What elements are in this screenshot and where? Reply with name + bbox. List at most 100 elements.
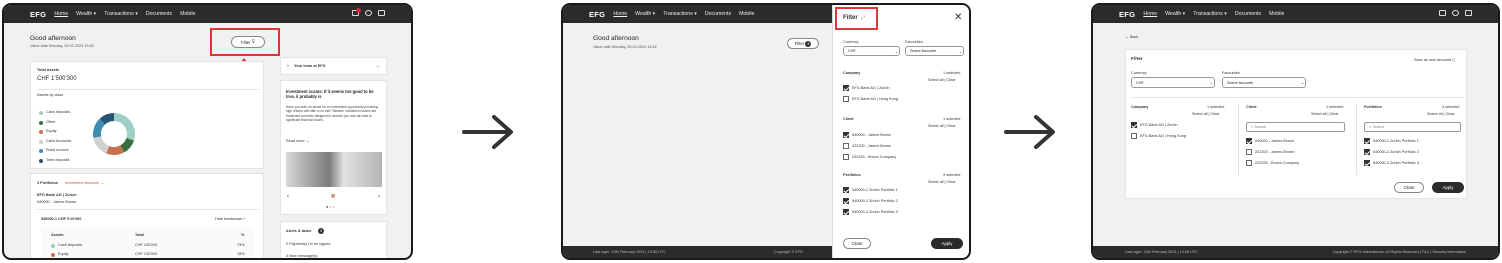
- company-option[interactable]: EFG Bank AG | Zurich: [1140, 123, 1178, 127]
- logout-icon[interactable]: [378, 10, 385, 16]
- currency-select[interactable]: CHF ⌄: [1131, 77, 1215, 88]
- back-link[interactable]: ← Back: [1125, 35, 1138, 39]
- portfolio-option[interactable]: 540000-3 Zurich Portfolio 3: [1373, 161, 1419, 165]
- nav-documents[interactable]: Documents: [705, 11, 731, 17]
- logout-icon[interactable]: [1465, 10, 1472, 16]
- mail-icon[interactable]: [352, 8, 361, 16]
- hide-breakdown-toggle[interactable]: Hide breakdown ^: [215, 217, 245, 221]
- clear-link[interactable]: Clear: [947, 124, 956, 128]
- portfolio-checkbox[interactable]: [843, 187, 849, 193]
- team-card[interactable]: ☺ Your team at EFG ⌄: [280, 57, 387, 75]
- close-icon[interactable]: ✕: [954, 12, 962, 23]
- clear-link[interactable]: Clear: [947, 180, 956, 184]
- save-favourite-link[interactable]: Save as new favourite ▯: [1414, 57, 1455, 62]
- select-all-link[interactable]: Select all: [1311, 112, 1326, 116]
- portfolio-search-input[interactable]: ⌕ Search: [1364, 122, 1461, 132]
- portfolio-option[interactable]: 540000-1 Zurich Portfolio 1: [1373, 139, 1419, 143]
- select-all-link[interactable]: Select all: [928, 180, 943, 184]
- efg-logo[interactable]: EFG: [1119, 10, 1135, 19]
- prev-arrow-icon[interactable]: ‹: [287, 194, 289, 200]
- efg-logo[interactable]: EFG: [589, 10, 605, 19]
- clear-link[interactable]: Clear: [1211, 112, 1220, 116]
- nav-wealth[interactable]: Wealth ▾: [76, 11, 96, 17]
- company-option[interactable]: EFG Bank AG | Zurich: [852, 86, 890, 90]
- company-option[interactable]: EFG Bank AG | Hong Kong: [852, 97, 898, 101]
- company-option[interactable]: EFG Bank AG | Hong Kong: [1140, 134, 1186, 138]
- portfolio-option[interactable]: 540000-1 Zurich Portfolio 1: [852, 188, 898, 192]
- company-checkbox[interactable]: [1131, 133, 1137, 139]
- nav-mobile[interactable]: Mobile: [180, 11, 195, 17]
- nav-transactions[interactable]: Transactions ▾: [663, 11, 697, 17]
- nav-home[interactable]: Home: [1143, 11, 1157, 17]
- client-checkbox[interactable]: [1246, 149, 1252, 155]
- client-option[interactable]: 222333 - Brown Company: [1255, 161, 1299, 165]
- client-checkbox[interactable]: [1246, 160, 1252, 166]
- client-checkbox[interactable]: [1246, 138, 1252, 144]
- alert-item[interactable]: 2 Payment(s) to be signed: [286, 242, 330, 246]
- filter-side-panel: Filter ⤢ ✕ Currency CHF ⌄ Favourites Sele…: [832, 5, 969, 258]
- client-checkbox[interactable]: [843, 132, 849, 138]
- nav-transactions[interactable]: Transactions ▾: [1193, 11, 1227, 17]
- client-option[interactable]: 222200 - James Brown: [852, 144, 891, 148]
- client-select-all[interactable]: Select all | Clear: [1311, 112, 1339, 116]
- apply-button[interactable]: Apply: [931, 238, 963, 249]
- favourites-select[interactable]: Select favourite ⌄: [1222, 77, 1306, 88]
- portfolio-checkbox[interactable]: [1364, 138, 1370, 144]
- client-option[interactable]: 222333 - Brown Company: [852, 155, 896, 159]
- filter-button[interactable]: Filter 3: [787, 38, 819, 49]
- client-checkbox[interactable]: [843, 154, 849, 160]
- company-checkbox[interactable]: [1131, 122, 1137, 128]
- alert-item[interactable]: 3 New message(s): [286, 254, 318, 258]
- clear-link[interactable]: Clear: [1330, 112, 1339, 116]
- currency-select[interactable]: CHF ⌄: [843, 46, 900, 56]
- company-checkbox[interactable]: [843, 96, 849, 102]
- portfolio-checkbox[interactable]: [1364, 149, 1370, 155]
- client-option[interactable]: 540000 - James Brown: [852, 133, 891, 137]
- carousel-dots[interactable]: ● ○ ○: [326, 205, 335, 209]
- client-option[interactable]: 222200 - James Brown: [1255, 150, 1294, 154]
- nav-home[interactable]: Home: [613, 11, 627, 17]
- efg-logo[interactable]: EFG: [30, 10, 46, 19]
- save-favourite-label[interactable]: Save as new favourite: [1414, 58, 1451, 62]
- company-select-all[interactable]: Select all | Clear: [928, 78, 956, 82]
- nav-wealth[interactable]: Wealth ▾: [635, 11, 655, 17]
- close-button[interactable]: Close: [1394, 182, 1424, 193]
- apply-button[interactable]: Apply: [1432, 182, 1464, 193]
- mail-icon[interactable]: [1439, 10, 1446, 16]
- portfolios-select-all[interactable]: Select all | Clear: [928, 180, 956, 184]
- select-all-link[interactable]: Select all: [1192, 112, 1207, 116]
- portfolios-select-all[interactable]: Select all | Clear: [1427, 112, 1455, 116]
- nav-mobile[interactable]: Mobile: [739, 11, 754, 17]
- read-more-link[interactable]: Read more →: [286, 139, 310, 143]
- nav-documents[interactable]: Documents: [1235, 11, 1261, 17]
- portfolio-checkbox[interactable]: [843, 209, 849, 215]
- client-checkbox[interactable]: [843, 143, 849, 149]
- clear-link[interactable]: Clear: [947, 78, 956, 82]
- nav-wealth[interactable]: Wealth ▾: [1165, 11, 1185, 17]
- nav-documents[interactable]: Documents: [146, 11, 172, 17]
- nav-home[interactable]: Home: [54, 11, 68, 17]
- portfolio-option[interactable]: 540000-3 Zurich Portfolio 3: [852, 210, 898, 214]
- settings-icon[interactable]: [365, 10, 372, 16]
- favourites-select[interactable]: Select favourite ⌄: [905, 46, 964, 56]
- select-all-link[interactable]: Select all: [928, 78, 943, 82]
- settings-icon[interactable]: [1452, 10, 1459, 16]
- select-all-link[interactable]: Select all: [1427, 112, 1442, 116]
- portfolio-checkbox[interactable]: [843, 198, 849, 204]
- next-arrow-icon[interactable]: ›: [378, 194, 380, 200]
- company-checkbox[interactable]: [843, 85, 849, 91]
- client-select-all[interactable]: Select all | Clear: [928, 124, 956, 128]
- nav-mobile[interactable]: Mobile: [1269, 11, 1284, 17]
- investment-structure-link[interactable]: Investment structure →: [65, 181, 104, 185]
- clear-link[interactable]: Clear: [1446, 112, 1455, 116]
- company-select-all[interactable]: Select all | Clear: [1192, 112, 1220, 116]
- expand-icon[interactable]: ⤢: [861, 15, 865, 21]
- close-button[interactable]: Close: [843, 238, 871, 249]
- portfolio-option[interactable]: 540000-2 Zurich Portfolio 2: [1373, 150, 1419, 154]
- nav-transactions[interactable]: Transactions ▾: [104, 11, 138, 17]
- client-search-input[interactable]: ⌕ Search: [1246, 122, 1345, 132]
- portfolio-option[interactable]: 540000-2 Zurich Portfolio 2: [852, 199, 898, 203]
- client-option[interactable]: 540000 - James Brown: [1255, 139, 1294, 143]
- portfolio-checkbox[interactable]: [1364, 160, 1370, 166]
- select-all-link[interactable]: Select all: [928, 124, 943, 128]
